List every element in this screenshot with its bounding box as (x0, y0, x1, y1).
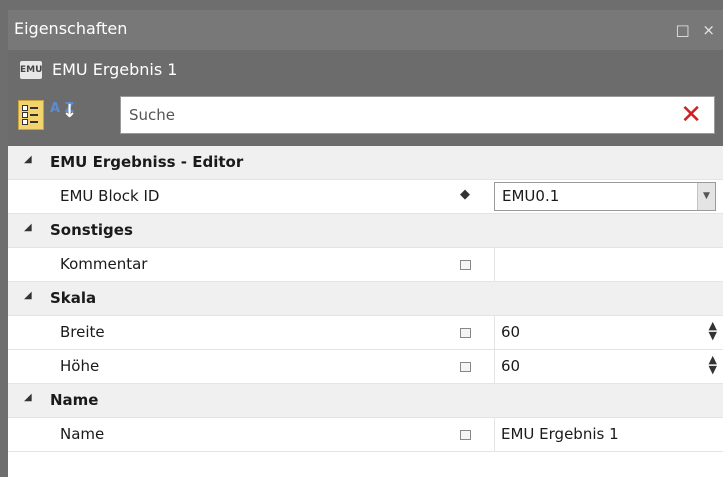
collapse-triangle-icon[interactable]: ◢ (24, 222, 32, 233)
property-marker-icon (460, 328, 471, 338)
property-value[interactable] (494, 248, 723, 281)
spinner-icon[interactable]: ▲ ▼ (709, 320, 717, 341)
property-row[interactable]: Höhe 60 ▲ ▼ (8, 350, 723, 384)
search-input[interactable] (121, 97, 669, 133)
category-label: EMU Ergebniss - Editor (50, 153, 244, 171)
selected-object-bar: EMU EMU Ergebnis 1 (8, 50, 723, 90)
property-label: Kommentar (60, 255, 148, 273)
property-label: EMU Block ID (60, 187, 160, 205)
collapse-triangle-icon[interactable]: ◢ (24, 154, 32, 165)
hoehe-value[interactable]: 60 (494, 350, 723, 383)
category-label: Skala (50, 289, 97, 307)
category-row[interactable]: ◢ Sonstiges (8, 214, 723, 248)
properties-toolbar: A Z ↓ ✕ (8, 90, 723, 146)
emu-object-icon: EMU (20, 61, 42, 79)
property-marker-icon (460, 430, 471, 440)
property-label: Höhe (60, 357, 100, 375)
clear-search-icon[interactable]: ✕ (680, 100, 702, 130)
category-row[interactable]: ◢ Skala (8, 282, 723, 316)
property-row[interactable]: EMU Block ID ◆ EMU0.1 ▼ (8, 180, 723, 214)
categorized-view-button[interactable] (18, 100, 44, 130)
diamond-icon: ◆ (460, 187, 470, 202)
categorized-icon (22, 105, 40, 111)
alphabetical-sort-button[interactable]: A Z ↓ (48, 100, 78, 130)
collapse-triangle-icon[interactable]: ◢ (24, 290, 32, 301)
category-label: Sonstiges (50, 221, 133, 239)
window-buttons[interactable]: □ × (675, 21, 719, 39)
category-row[interactable]: ◢ EMU Ergebniss - Editor (8, 146, 723, 180)
spinner-icon[interactable]: ▲ ▼ (709, 354, 717, 375)
category-label: Name (50, 391, 99, 409)
property-label: Name (60, 425, 105, 443)
property-row[interactable]: Name EMU Ergebnis 1 (8, 418, 723, 452)
name-value[interactable]: EMU Ergebnis 1 (494, 418, 723, 451)
category-row[interactable]: ◢ Name (8, 384, 723, 418)
combo-value: EMU0.1 (502, 187, 560, 205)
properties-panel: Eigenschaften □ × EMU EMU Ergebnis 1 A Z… (8, 10, 723, 477)
property-marker-icon (460, 362, 471, 372)
breite-value[interactable]: 60 (494, 316, 723, 349)
search-box[interactable]: ✕ (120, 96, 715, 134)
selected-object-name: EMU Ergebnis 1 (52, 60, 178, 79)
property-row[interactable]: Kommentar (8, 248, 723, 282)
panel-title: Eigenschaften (14, 19, 128, 38)
property-label: Breite (60, 323, 105, 341)
property-grid: ◢ EMU Ergebniss - Editor EMU Block ID ◆ … (8, 146, 723, 452)
property-row[interactable]: Breite 60 ▲ ▼ (8, 316, 723, 350)
collapse-triangle-icon[interactable]: ◢ (24, 392, 32, 403)
dropdown-arrow-icon[interactable]: ▼ (697, 183, 715, 210)
emu-block-id-combo[interactable]: EMU0.1 ▼ (494, 182, 716, 211)
down-arrow-icon: ↓ (62, 101, 78, 122)
property-marker-icon (460, 260, 471, 270)
panel-titlebar: Eigenschaften □ × (8, 10, 723, 50)
